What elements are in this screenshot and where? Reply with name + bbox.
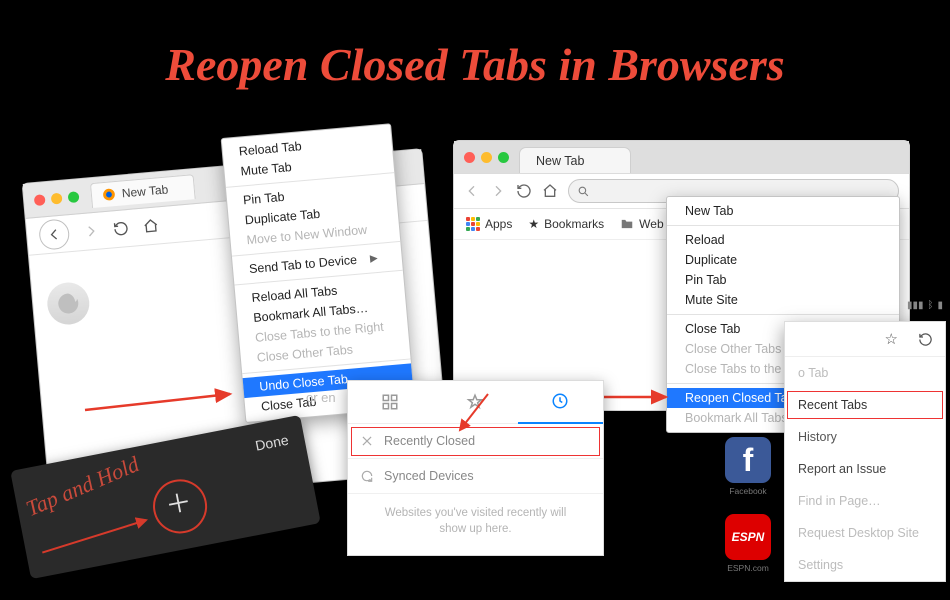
minimize-icon[interactable] (51, 192, 63, 204)
reload-icon[interactable] (918, 332, 933, 347)
close-icon[interactable] (34, 194, 46, 206)
home-icon[interactable] (142, 217, 159, 234)
menu-settings[interactable]: Settings (785, 549, 945, 581)
browser-tab[interactable]: New Tab (90, 174, 196, 208)
sync-icon (360, 469, 374, 483)
tab-history[interactable] (518, 380, 602, 424)
home-screen-apps: f Facebook ESPN ESPN.com (720, 437, 776, 573)
star-icon: ★ (528, 217, 539, 231)
reload-icon[interactable] (112, 220, 129, 237)
star-icon (466, 393, 484, 411)
folder-icon (620, 217, 634, 231)
page-title: Reopen Closed Tabs in Browsers (0, 38, 950, 91)
signal-icon: ▮▮▮ (907, 300, 924, 311)
apps-label: Apps (485, 217, 512, 231)
espn-icon: ESPN (725, 514, 771, 560)
firefox-logo (46, 281, 92, 327)
menu-mute-site[interactable]: Mute Site (667, 290, 899, 310)
bookmarks-label: Bookmarks (544, 217, 604, 231)
status-bar: ▮▮▮ ᛒ ▮ (907, 300, 943, 311)
tap-and-hold-label: Tap and Hold (22, 451, 143, 522)
bluetooth-icon: ᛒ (927, 300, 933, 311)
x-icon (360, 434, 374, 448)
history-panel: Recently Closed Synced Devices Websites … (347, 380, 604, 556)
history-tabs (348, 381, 603, 424)
apps-grid-icon (466, 217, 480, 231)
bookmarks-shortcut[interactable]: ★ Bookmarks (528, 217, 604, 231)
arrow-right-icon[interactable] (490, 183, 506, 199)
menu-new-tab[interactable]: New Tab (667, 201, 899, 221)
menu-duplicate[interactable]: Duplicate (667, 250, 899, 270)
menu-find-in-page[interactable]: Find in Page… (785, 485, 945, 517)
app-facebook[interactable]: f Facebook (725, 437, 771, 496)
chrome-tab-strip: New Tab (454, 141, 909, 173)
search-icon (577, 185, 590, 198)
close-icon[interactable] (464, 152, 475, 163)
window-controls[interactable] (34, 191, 80, 206)
arrow-left-icon[interactable] (464, 183, 480, 199)
apps-shortcut[interactable]: Apps (466, 217, 512, 231)
menu-top-row: ☆ (785, 322, 945, 357)
chrome-mobile-menu[interactable]: ▮▮▮ ᛒ ▮ ☆ o Tab Recent Tabs History Repo… (784, 321, 946, 582)
recently-closed-row[interactable]: Recently Closed (348, 424, 603, 459)
window-controls[interactable] (464, 152, 509, 163)
zoom-icon[interactable] (498, 152, 509, 163)
app-label: Facebook (729, 486, 766, 496)
done-button[interactable]: Done (254, 432, 290, 454)
tab-label: New Tab (121, 182, 169, 200)
app-espn[interactable]: ESPN ESPN.com (725, 514, 771, 573)
enter-hint-text: or en (306, 390, 336, 405)
arrow-left-icon (46, 226, 63, 243)
web-folder[interactable]: Web (620, 217, 663, 231)
recently-closed-label: Recently Closed (384, 434, 475, 448)
battery-icon: ▮ (937, 300, 943, 311)
arrow-right-icon[interactable] (82, 223, 99, 240)
app-label: ESPN.com (727, 563, 769, 573)
menu-reload[interactable]: Reload (667, 230, 899, 250)
clock-icon (551, 392, 569, 410)
menu-report-issue[interactable]: Report an Issue (785, 453, 945, 485)
to-tab-fragment: o Tab (785, 357, 945, 389)
firefox-logo-icon (55, 291, 81, 317)
history-empty-note: Websites you've visited recently will sh… (348, 494, 603, 555)
menu-pin-tab[interactable]: Pin Tab (667, 270, 899, 290)
firefox-icon (101, 186, 116, 201)
menu-request-desktop[interactable]: Request Desktop Site (785, 517, 945, 549)
web-label: Web (639, 217, 663, 231)
minimize-icon[interactable] (481, 152, 492, 163)
panels-icon (381, 393, 399, 411)
tab-bookmarks[interactable] (433, 381, 517, 423)
callout-arrow-plus (36, 508, 161, 570)
synced-label: Synced Devices (384, 469, 474, 483)
zoom-icon[interactable] (68, 191, 80, 203)
browser-tab[interactable]: New Tab (519, 147, 631, 173)
facebook-icon: f (725, 437, 771, 483)
menu-history[interactable]: History (785, 421, 945, 453)
tab-panels[interactable] (348, 381, 432, 423)
star-icon[interactable]: ☆ (885, 330, 898, 348)
reload-icon[interactable] (516, 183, 532, 199)
menu-recent-tabs[interactable]: Recent Tabs (785, 389, 945, 421)
back-button[interactable] (38, 218, 71, 251)
home-icon[interactable] (542, 183, 558, 199)
synced-devices-row[interactable]: Synced Devices (348, 459, 603, 494)
